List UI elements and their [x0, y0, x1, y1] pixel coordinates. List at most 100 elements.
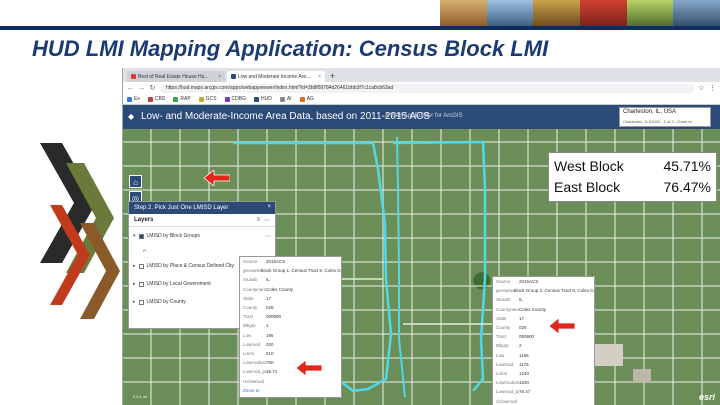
field-name: Blkgrp [496, 343, 509, 349]
favicon-icon [231, 74, 236, 79]
browser-tab[interactable]: Best of Real Estate House Hu... × [127, 71, 225, 82]
popup-field-row: Lowmod 1175 [493, 360, 594, 369]
popup-field-row: Countyname Coles County [240, 285, 341, 294]
field-value: Coles County [266, 286, 294, 292]
popup-field-row: Stusab IL [493, 295, 594, 304]
field-value: Coles County [519, 306, 547, 312]
banner [0, 0, 720, 30]
layer-item[interactable]: ▾ LMISD by Block Groups ⋯ [129, 227, 275, 245]
popup-field-row: Lmmi 510 [240, 349, 341, 358]
stat-name: West Block [554, 158, 624, 174]
field-value: 2015ACS [519, 279, 539, 285]
banner-photo [533, 0, 581, 27]
zoom-to-link[interactable]: Zoom to [240, 386, 341, 395]
more-options-icon[interactable]: ⋯ [265, 233, 271, 240]
new-tab-button[interactable]: + [327, 71, 338, 82]
popup-field-row: Tract 000900 [493, 332, 594, 341]
layer-checkbox[interactable] [138, 281, 144, 287]
field-value: 1 [266, 323, 269, 329]
field-value: 000900 [519, 334, 535, 340]
browser-tab-active[interactable]: Low and Moderate Income Are... × [227, 71, 325, 82]
field-value: 45.71 [266, 369, 278, 375]
block-group-boundary-east [392, 140, 487, 392]
legend-swatch-icon: ⌐ [143, 248, 147, 254]
bookmark[interactable]: HUD [253, 96, 272, 102]
bookmark[interactable]: AI [279, 96, 292, 102]
bookmark[interactable]: CBD [147, 96, 165, 102]
close-tab-icon[interactable]: × [318, 74, 321, 80]
field-name: Tract [496, 334, 507, 340]
layers-label: Layers [134, 217, 154, 223]
red-arrow-icon [549, 318, 575, 334]
field-name: Lmmi [243, 350, 254, 356]
field-name: Countyname [243, 286, 266, 292]
home-button[interactable]: ⌂ [129, 175, 142, 188]
field-name: Tract [243, 314, 254, 320]
reload-icon[interactable]: ↻ [149, 84, 156, 92]
popup-field-row: Low 195 [240, 331, 341, 340]
bookmark[interactable]: CDBG [224, 96, 246, 102]
stat-name: East Block [554, 179, 621, 195]
banner-photo [440, 0, 487, 27]
banner-photo [673, 0, 720, 27]
chevron-down-icon[interactable]: ▾ [133, 233, 136, 239]
field-value: IL [519, 297, 523, 303]
back-icon[interactable]: ← [127, 85, 134, 92]
bookmark-icon [173, 96, 179, 102]
field-value: 76.47 [519, 389, 531, 395]
field-value: IL [266, 277, 270, 283]
layer-checkbox[interactable] [138, 299, 144, 305]
menu-icon[interactable]: ⋮ [709, 84, 716, 92]
field-name: Lowmod_pct [243, 369, 266, 375]
layer-checkbox[interactable] [138, 233, 144, 239]
field-name: Uclowmod [496, 398, 518, 404]
slide: HUD LMI Mapping Application: Census Bloc… [0, 0, 720, 405]
close-tab-icon[interactable]: × [218, 74, 221, 80]
layer-label: LMISD by Local Government [146, 281, 211, 287]
popup-field-row: Source 2015ACS [240, 257, 341, 266]
chevron-graphic [40, 143, 120, 319]
field-name: Countyname [496, 306, 519, 312]
field-value: 2015ACS [266, 259, 286, 265]
field-name: Lowmod_pct [496, 389, 519, 395]
search-result-line[interactable]: Charleston, IL 61920 · 1 of 3 · Zoom to [623, 119, 692, 124]
layer-checkbox[interactable] [138, 263, 144, 269]
field-value: 1165 [519, 352, 529, 358]
block-group-boundary-middle [396, 136, 406, 398]
more-options-icon[interactable]: ⋯ [264, 217, 270, 224]
bookmarks-bar: Ex CBD RAP GCS CDBG HUD AI AG [123, 94, 720, 105]
banner-photo [626, 0, 674, 27]
url-field[interactable]: https://hud.maps.arcgis.com/apps/webappv… [160, 83, 694, 93]
bookmark[interactable]: Ex [127, 96, 140, 102]
chevron-right-icon[interactable]: ▸ [133, 281, 136, 287]
field-name: geoname [243, 268, 261, 274]
field-value: 17 [519, 315, 525, 321]
field-value: 029 [266, 305, 274, 311]
list-menu-icon[interactable]: ≡ [256, 217, 260, 224]
forward-icon[interactable]: → [138, 85, 145, 92]
field-value: 2 [519, 343, 522, 349]
bookmark[interactable]: GCS [198, 96, 217, 102]
bookmark[interactable]: AG [299, 96, 314, 102]
chevron-right-icon[interactable]: ▸ [133, 299, 136, 305]
esri-logo: esri [699, 392, 716, 402]
location-search-box[interactable]: Charleston, IL, USA Charleston, IL 61920… [619, 107, 711, 127]
popup-field-row: County 029 [493, 323, 594, 332]
close-icon[interactable]: × [267, 204, 271, 210]
field-value: Block Group 2, Census Tract 9, Coles Cou… [513, 288, 594, 294]
chevron-right-icon[interactable]: ▸ [133, 263, 136, 269]
popup-field-row: Lmmi 1240 [493, 369, 594, 378]
star-icon[interactable]: ☆ [698, 84, 705, 92]
bookmark-icon [147, 96, 153, 102]
field-name: Source [496, 279, 511, 285]
tab-strip: Best of Real Estate House Hu... × Low an… [123, 68, 720, 82]
search-input-value[interactable]: Charleston, IL, USA [623, 109, 676, 115]
stat-row-west: West Block 45.71% [554, 156, 711, 177]
panel-tools: ≡ ⋯ [256, 217, 270, 224]
popup-field-row: Uclowmod [240, 376, 341, 385]
popup-field-row: State 17 [240, 294, 341, 303]
layer-label: LMISD by Place & Census Defined City [146, 263, 235, 269]
field-name: Uclowmod [243, 378, 265, 384]
bookmark[interactable]: RAP [173, 96, 191, 102]
field-value: 029 [519, 325, 527, 331]
